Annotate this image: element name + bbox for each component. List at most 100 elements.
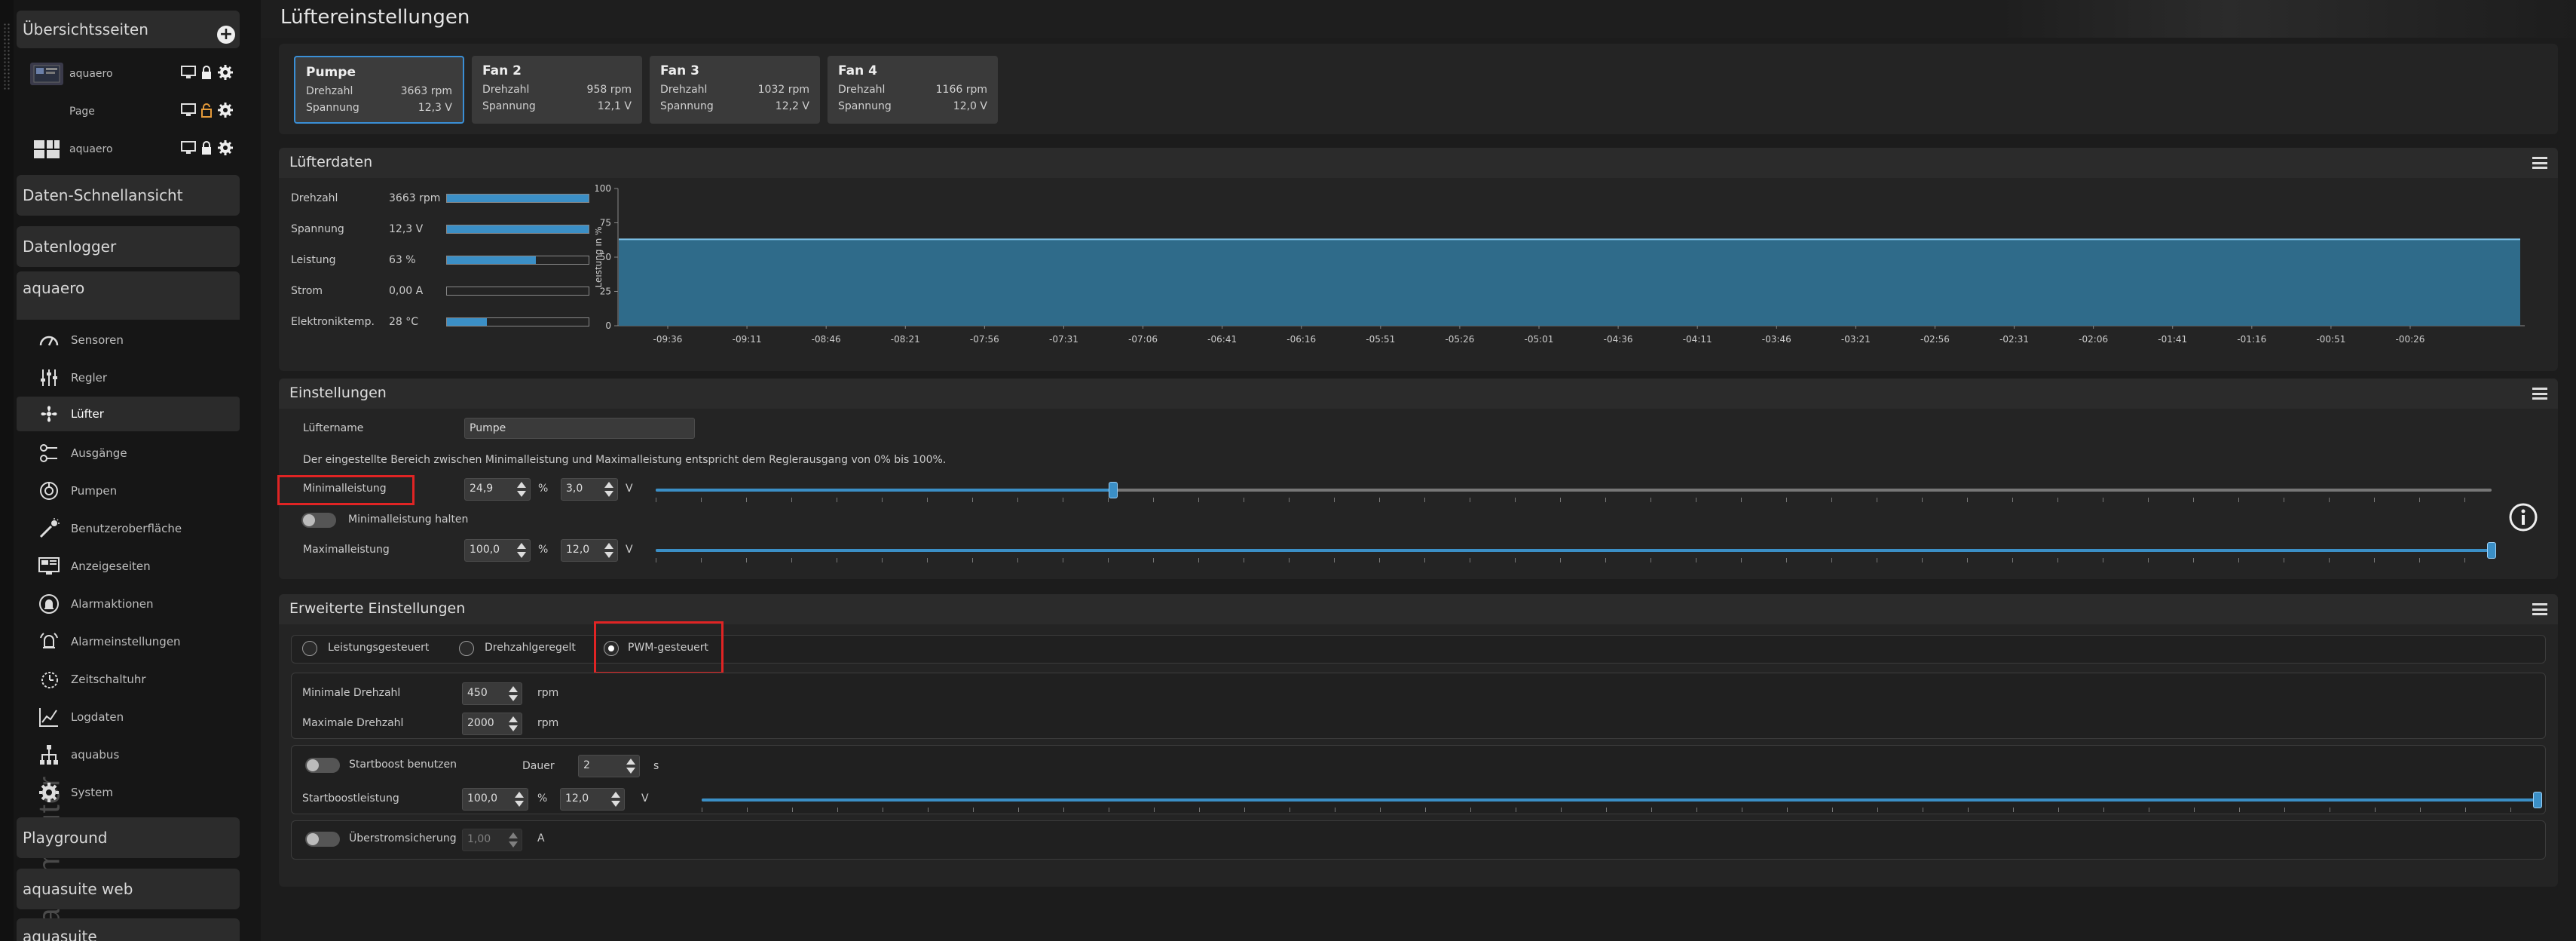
add-page-icon[interactable]: + [217, 26, 235, 44]
nav-item-fans[interactable]: Lüfter [17, 397, 240, 431]
radio-speed-controlled[interactable] [459, 641, 474, 656]
overcurrent-label: Überstromsicherung [349, 832, 457, 844]
nav-item-outputs[interactable]: Ausgänge [36, 436, 240, 470]
section-overview[interactable]: Übersichtsseiten + [17, 11, 240, 48]
menu-icon[interactable] [2532, 157, 2547, 169]
boost-power-slider[interactable] [702, 792, 2542, 812]
boost-volt-stepper[interactable]: 12,0 [560, 788, 625, 811]
fan-tab-fan4[interactable]: Fan 4 Drehzahl 1166 rpm Spannung 12,0 V [828, 56, 998, 124]
stepper-arrows-icon[interactable] [514, 790, 525, 808]
data-row-label: Elektroniktemp. [291, 316, 375, 328]
min-volt-value: 3,0 [566, 483, 583, 495]
section-playground[interactable]: Playground [17, 817, 240, 858]
section-aquasuite-web-label: aquasuite web [23, 880, 133, 898]
overview-page-item[interactable]: Page [30, 95, 240, 128]
nav-item-interface[interactable]: Benutzeroberfläche [36, 511, 240, 546]
stepper-arrows-icon[interactable] [604, 480, 614, 498]
fan-name-input[interactable] [464, 418, 695, 439]
max-power-slider[interactable] [656, 542, 2496, 562]
x-tick-label: -08:21 [891, 334, 920, 345]
info-icon[interactable] [2508, 502, 2538, 532]
sliders-icon [36, 365, 62, 391]
data-row-label: Strom [291, 285, 323, 297]
lock-icon[interactable] [200, 65, 213, 83]
nav-item-display-pages[interactable]: Anzeigeseiten [36, 549, 240, 584]
min-power-slider[interactable] [656, 482, 2492, 502]
section-device-header[interactable]: aquaero [17, 271, 240, 320]
gear-icon[interactable] [217, 64, 234, 84]
nav-item-aquabus[interactable]: aquabus [36, 737, 240, 772]
menu-icon[interactable] [2532, 388, 2547, 400]
stepper-arrows-icon[interactable] [516, 541, 527, 559]
monitor-icon[interactable] [181, 66, 196, 82]
stepper-arrows-icon[interactable] [610, 790, 621, 808]
nav-item-alarm-settings[interactable]: Alarmeinstellungen [36, 624, 240, 659]
overcurrent-toggle[interactable] [305, 832, 340, 847]
hold-min-toggle[interactable] [301, 513, 336, 528]
duration-stepper[interactable]: 2 [578, 755, 640, 777]
x-tick-label: -07:06 [1128, 334, 1158, 345]
slider-handle[interactable] [2487, 542, 2496, 559]
stepper-arrows-icon[interactable] [626, 757, 636, 775]
max-percent-stepper[interactable]: 100,0 [464, 539, 531, 562]
menu-icon[interactable] [2532, 603, 2547, 615]
section-device-label: aquaero [23, 279, 85, 297]
title-bar: Lüftereinstellungen [261, 0, 2576, 38]
stepper-arrows-icon[interactable] [516, 480, 527, 498]
min-volt-stepper[interactable]: 3,0 [561, 478, 618, 501]
monitor-icon[interactable] [181, 103, 196, 120]
stepper-arrows-icon[interactable] [508, 715, 519, 733]
rpm-unit: rpm [537, 687, 559, 699]
gear-icon[interactable] [217, 102, 234, 121]
fan-tab-speed: 1166 rpm [935, 84, 987, 96]
nav-item-timer[interactable]: Zeitschaltuhr [36, 662, 240, 697]
section-aquasuite[interactable]: aquasuite [17, 918, 240, 941]
slider-handle[interactable] [1108, 482, 1118, 498]
nav-item-logdata[interactable]: Logdaten [36, 700, 240, 734]
nav-item-system[interactable]: System [36, 775, 240, 810]
fan-tab-fan2[interactable]: Fan 2 Drehzahl 958 rpm Spannung 12,1 V [472, 56, 642, 124]
overview-page-label: aquaero [69, 143, 113, 155]
settings-header: Einstellungen [279, 379, 2558, 409]
boost-percent-stepper[interactable]: 100,0 [462, 788, 528, 811]
gear-icon[interactable] [217, 139, 234, 159]
duration-value: 2 [583, 759, 590, 771]
radio-power-controlled[interactable] [302, 641, 317, 656]
level-bar-fill [447, 256, 537, 264]
boost-volt-value: 12,0 [565, 792, 589, 805]
data-row: Leistung 63 % [291, 249, 589, 271]
min-percent-stepper[interactable]: 24,9 [464, 478, 531, 501]
x-tick-label: -01:41 [2158, 334, 2187, 345]
slider-handle[interactable] [2533, 792, 2542, 808]
nav-item-sensors[interactable]: Sensoren [36, 323, 240, 357]
overview-page-item[interactable]: aquaero [30, 57, 240, 90]
section-aquasuite-web[interactable]: aquasuite web [17, 869, 240, 909]
data-row-label: Leistung [291, 254, 336, 266]
max-volt-stepper[interactable]: 12,0 [561, 539, 618, 562]
max-rpm-value: 2000 [467, 717, 494, 729]
stepper-arrows-icon[interactable] [508, 685, 519, 703]
lock-open-icon[interactable] [200, 103, 213, 121]
fan-tab-pump[interactable]: Pumpe Drehzahl 3663 rpm Spannung 12,3 V [294, 56, 464, 124]
nav-item-label: Zeitschaltuhr [71, 673, 146, 686]
max-rpm-stepper[interactable]: 2000 [462, 713, 522, 735]
monitor-icon[interactable] [181, 141, 196, 158]
level-bar [446, 225, 589, 234]
display-pages-icon [36, 553, 62, 579]
fan-tab-fan3[interactable]: Fan 3 Drehzahl 1032 rpm Spannung 12,2 V [650, 56, 820, 124]
x-tick-label: -05:51 [1366, 334, 1395, 345]
section-datalogger[interactable]: Datenlogger [17, 226, 240, 267]
lock-icon[interactable] [200, 140, 213, 158]
x-tick-label: -07:56 [970, 334, 999, 345]
overview-page-item[interactable]: aquaero [30, 133, 240, 166]
min-rpm-stepper[interactable]: 450 [462, 682, 522, 705]
overcurrent-stepper[interactable]: 1,00 [462, 829, 522, 851]
startboost-toggle[interactable] [305, 758, 340, 773]
stepper-arrows-icon[interactable] [508, 831, 519, 849]
nav-item-controllers[interactable]: Regler [36, 360, 240, 395]
stepper-arrows-icon[interactable] [604, 541, 614, 559]
nav-item-alarm-actions[interactable]: Alarmaktionen [36, 587, 240, 621]
nav-item-pumps[interactable]: Pumpen [36, 474, 240, 508]
section-quick-view[interactable]: Daten-Schnellansicht [17, 175, 240, 216]
fan-tab-name: Fan 3 [660, 63, 699, 78]
